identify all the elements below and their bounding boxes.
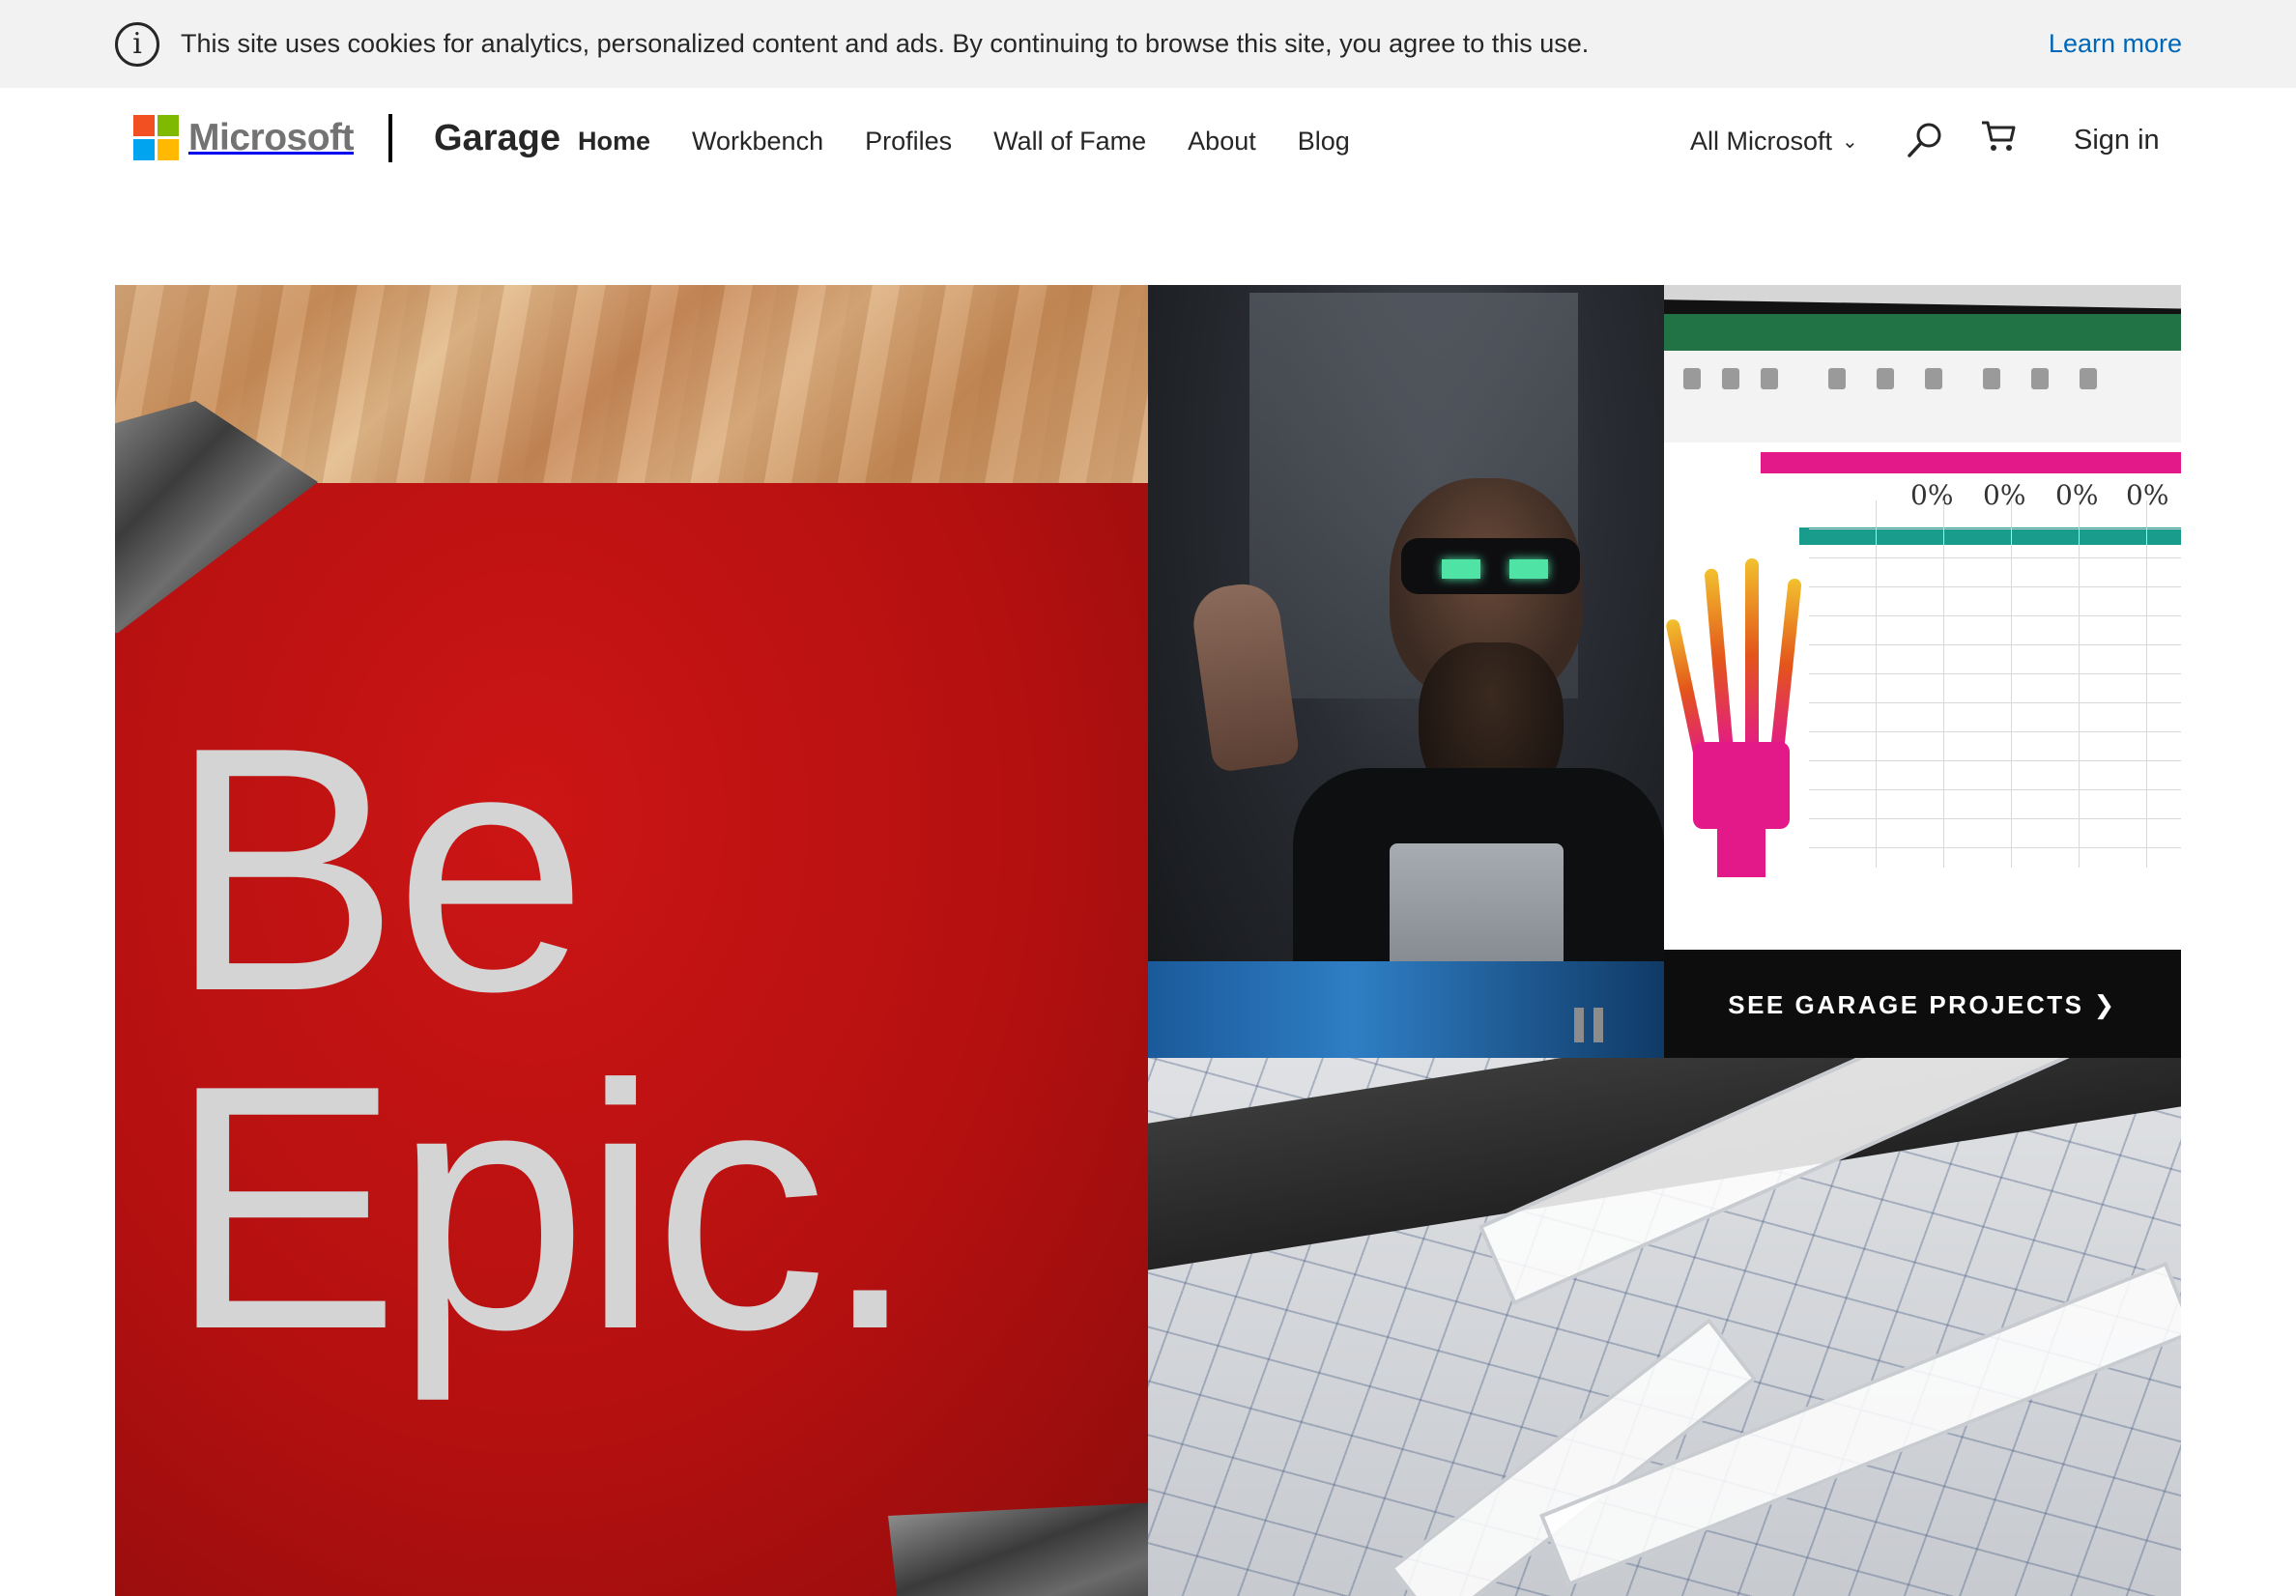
sheet-magenta-band bbox=[1761, 452, 2181, 473]
microsoft-logo-text: Microsoft bbox=[188, 116, 355, 158]
cookie-banner: i This site uses cookies for analytics, … bbox=[0, 0, 2296, 88]
nav-workbench[interactable]: Workbench bbox=[692, 127, 823, 157]
all-microsoft-label: All Microsoft bbox=[1690, 127, 1833, 156]
see-garage-projects-link[interactable]: SEE GARAGE PROJECTS ❯ bbox=[1664, 952, 2181, 1058]
brand-divider bbox=[388, 114, 392, 162]
microsoft-logo[interactable]: Microsoft bbox=[133, 115, 355, 160]
sheet-grid bbox=[1809, 500, 2181, 868]
be-epic-headline: Be Epic. bbox=[168, 675, 918, 1402]
chevron-down-icon: ⌄ bbox=[1842, 131, 1858, 153]
info-icon: i bbox=[115, 22, 159, 67]
nav-wall-of-fame[interactable]: Wall of Fame bbox=[993, 127, 1146, 157]
cta-bar: SEE GARAGE PROJECTS ❯ bbox=[1664, 952, 2181, 1058]
nav-profiles[interactable]: Profiles bbox=[865, 127, 952, 157]
acrylic-logo-tile[interactable] bbox=[1148, 1058, 2181, 1596]
duct-tape-bottom bbox=[888, 1502, 1148, 1596]
nav-home[interactable]: Home bbox=[578, 127, 650, 157]
excel-ribbon bbox=[1664, 351, 2181, 442]
site-header: Microsoft Garage Home Workbench Profiles… bbox=[0, 88, 2296, 194]
learn-more-link[interactable]: Learn more bbox=[2049, 29, 2182, 59]
all-microsoft-menu[interactable]: All Microsoft ⌄ bbox=[1690, 127, 1858, 157]
see-garage-projects-label: SEE GARAGE PROJECTS bbox=[1728, 989, 2084, 1019]
hand-diagram bbox=[1664, 558, 1802, 877]
nav-blog[interactable]: Blog bbox=[1298, 127, 1350, 157]
microsoft-logo-icon bbox=[133, 115, 179, 160]
be-epic-tile[interactable]: Be Epic. bbox=[115, 285, 1148, 1596]
headline-line-1: Be bbox=[168, 675, 588, 1064]
headline-line-2: Epic. bbox=[168, 1013, 918, 1402]
excel-title-bar bbox=[1664, 314, 2181, 351]
sign-in-link[interactable]: Sign in bbox=[2074, 125, 2160, 157]
nav-about[interactable]: About bbox=[1188, 127, 1256, 157]
excel-sheet: 0% 0% 0% 0% bbox=[1664, 442, 2181, 950]
hololens-video-tile[interactable] bbox=[1148, 285, 1664, 1058]
chevron-right-icon: ❯ bbox=[2093, 989, 2117, 1019]
cookie-message: This site uses cookies for analytics, pe… bbox=[181, 29, 1590, 58]
hololens-headset bbox=[1401, 538, 1580, 594]
hero-mosaic: Be Epic. 0% 0% 0% 0% SEE GARAGE PROJECTS… bbox=[115, 285, 2181, 1596]
pause-icon[interactable] bbox=[1574, 1008, 1603, 1042]
excel-project-tile[interactable]: 0% 0% 0% 0% SEE GARAGE PROJECTS ❯ bbox=[1664, 285, 2181, 1058]
garage-site-title[interactable]: Garage bbox=[434, 118, 560, 159]
search-icon[interactable] bbox=[1906, 121, 1944, 159]
cart-icon[interactable] bbox=[1980, 119, 2017, 154]
main-nav: Home Workbench Profiles Wall of Fame Abo… bbox=[578, 127, 1392, 157]
